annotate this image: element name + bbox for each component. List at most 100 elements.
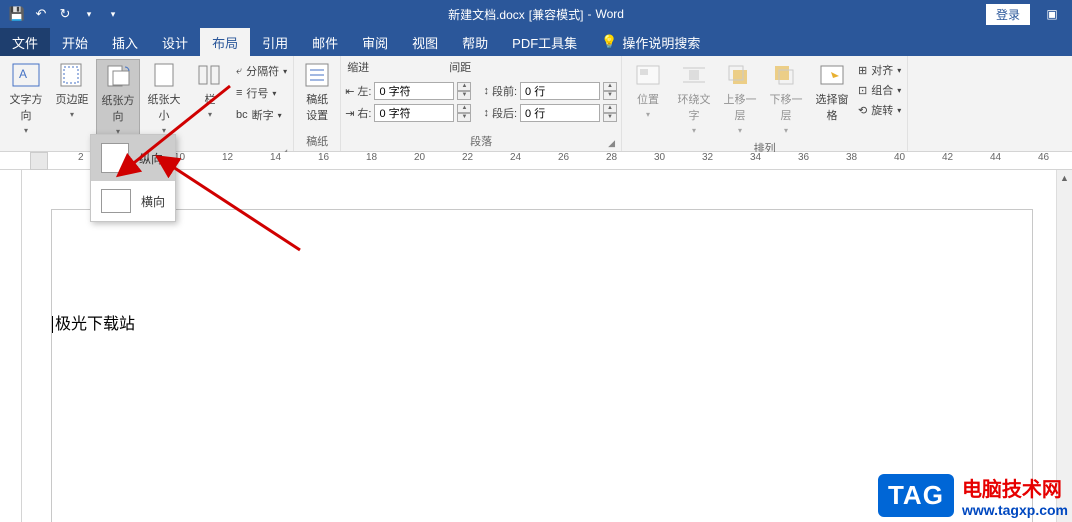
ruler-mark: 18	[366, 152, 414, 169]
text-direction-button[interactable]: A 文字方向▾	[4, 59, 48, 138]
ruler-mark: 42	[942, 152, 990, 169]
selection-pane-button[interactable]: 选择窗格	[810, 59, 854, 126]
margins-button[interactable]: 页边距▾	[50, 59, 94, 122]
space-after-field: ↕段后: ▲▼	[483, 104, 617, 122]
indent-header: 缩进	[347, 59, 369, 75]
indent-left-input[interactable]	[374, 82, 454, 100]
tab-design[interactable]: 设计	[150, 28, 200, 56]
wrap-text-button[interactable]: 环绕文 字▾	[672, 59, 716, 138]
app-name: Word	[595, 7, 623, 21]
manuscript-icon	[302, 62, 332, 88]
qat-customize-icon[interactable]: ▾	[78, 3, 100, 25]
forward-icon	[725, 62, 755, 88]
paragraph-label: 段落	[470, 136, 492, 148]
align-icon: ⊞	[858, 64, 867, 77]
indent-right-spinner[interactable]: ▲▼	[457, 104, 471, 122]
indent-left-spinner[interactable]: ▲▼	[457, 82, 471, 100]
tab-review[interactable]: 审阅	[350, 28, 400, 56]
indent-left-icon: ⇤	[345, 85, 354, 98]
group-paragraph: 缩进 间距 ⇤左: ▲▼ ⇥右: ▲▼	[341, 56, 622, 151]
vertical-ruler[interactable]	[0, 170, 22, 522]
align-button[interactable]: ⊞对齐▾	[856, 61, 903, 79]
quick-access-toolbar: 💾 ↶ ↻ ▾ ▾	[0, 3, 124, 25]
watermark-tag: TAG	[878, 474, 954, 517]
ruler-mark: 32	[702, 152, 750, 169]
tab-insert[interactable]: 插入	[100, 28, 150, 56]
ribbon-tabs: 文件 开始 插入 设计 布局 引用 邮件 审阅 视图 帮助 PDF工具集 💡 操…	[0, 28, 1072, 56]
line-numbers-button[interactable]: ≡行号▾	[234, 83, 289, 103]
compat-mode: [兼容模式]	[529, 6, 584, 23]
position-button[interactable]: 位置▾	[626, 59, 670, 122]
hyphenation-button[interactable]: bc断字▾	[234, 105, 289, 125]
wrap-icon	[679, 62, 709, 88]
save-icon[interactable]: 💾	[6, 3, 28, 25]
qat-separator: ▾	[102, 3, 124, 25]
login-button[interactable]: 登录	[986, 4, 1030, 25]
group-icon: ⊡	[858, 84, 867, 97]
manuscript-button[interactable]: 稿纸 设置	[298, 59, 336, 126]
document-text[interactable]: 极光下载站	[52, 310, 135, 334]
rotate-icon: ⟲	[858, 104, 867, 117]
ruler-mark: 30	[654, 152, 702, 169]
title-bar: 💾 ↶ ↻ ▾ ▾ 新建文档.docx [兼容模式] - Word 登录 ▣	[0, 0, 1072, 28]
ruler-corner[interactable]	[30, 152, 48, 170]
ruler-mark: 38	[846, 152, 894, 169]
undo-icon[interactable]: ↶	[30, 3, 52, 25]
ruler-mark: 24	[510, 152, 558, 169]
ruler-mark: 22	[462, 152, 510, 169]
vertical-scrollbar[interactable]: ▲	[1056, 170, 1072, 522]
text-direction-icon: A	[11, 62, 41, 88]
annotation-arrow-2	[150, 150, 310, 260]
tab-home[interactable]: 开始	[50, 28, 100, 56]
svg-text:A: A	[19, 67, 27, 81]
tab-layout[interactable]: 布局	[200, 28, 250, 56]
bring-forward-button[interactable]: 上移一层▾	[718, 59, 762, 138]
rotate-button[interactable]: ⟲旋转▾	[856, 101, 903, 119]
selection-pane-icon	[817, 62, 847, 88]
spacing-header: 间距	[449, 59, 471, 75]
watermark-url: www.tagxp.com	[962, 502, 1068, 518]
space-after-input[interactable]	[520, 104, 600, 122]
group-manuscript: 稿纸 设置 稿纸	[294, 56, 341, 151]
send-backward-button[interactable]: 下移一层▾	[764, 59, 808, 138]
indent-left-field: ⇤左: ▲▼	[345, 82, 471, 100]
backward-icon	[771, 62, 801, 88]
tab-view[interactable]: 视图	[400, 28, 450, 56]
tab-help[interactable]: 帮助	[450, 28, 500, 56]
ruler-mark: 26	[558, 152, 606, 169]
scroll-up-icon[interactable]: ▲	[1057, 170, 1072, 186]
paragraph-launcher[interactable]: ◢	[608, 138, 615, 149]
space-before-input[interactable]	[520, 82, 600, 100]
indent-right-field: ⇥右: ▲▼	[345, 104, 471, 122]
margins-icon	[57, 62, 87, 88]
indent-right-input[interactable]	[374, 104, 454, 122]
group-arrange: 位置▾ 环绕文 字▾ 上移一层▾ 下移一层▾ 选择窗格 ⊞对齐▾ ⊡组合▾	[622, 56, 908, 151]
indent-right-icon: ⇥	[345, 107, 354, 120]
position-icon	[633, 62, 663, 88]
group-objects-button[interactable]: ⊡组合▾	[856, 81, 903, 99]
tab-pdf[interactable]: PDF工具集	[500, 28, 589, 56]
manuscript-label: 稿纸	[298, 131, 336, 151]
lightbulb-icon: 💡	[601, 34, 617, 50]
ruler-mark: 34	[750, 152, 798, 169]
space-before-field: ↕段前: ▲▼	[483, 82, 617, 100]
landscape-icon	[101, 189, 131, 213]
redo-icon[interactable]: ↻	[54, 3, 76, 25]
space-after-icon: ↕	[483, 107, 489, 119]
tab-references[interactable]: 引用	[250, 28, 300, 56]
tab-file[interactable]: 文件	[0, 28, 50, 56]
space-after-spinner[interactable]: ▲▼	[603, 104, 617, 122]
space-before-icon: ↕	[483, 85, 489, 97]
ribbon-options-icon[interactable]: ▣	[1038, 7, 1066, 21]
ruler-mark: 16	[318, 152, 366, 169]
tab-mailings[interactable]: 邮件	[300, 28, 350, 56]
breaks-button[interactable]: ⤶分隔符▾	[234, 61, 289, 81]
watermark: TAG 电脑技术网 www.tagxp.com	[878, 473, 1068, 518]
ruler-mark: 20	[414, 152, 462, 169]
space-before-spinner[interactable]: ▲▼	[603, 82, 617, 100]
ruler-mark: 36	[798, 152, 846, 169]
tell-me[interactable]: 💡 操作说明搜索	[589, 28, 712, 56]
ruler-mark: 46	[1038, 152, 1072, 169]
doc-name: 新建文档.docx	[448, 6, 525, 23]
ruler-mark: 28	[606, 152, 654, 169]
